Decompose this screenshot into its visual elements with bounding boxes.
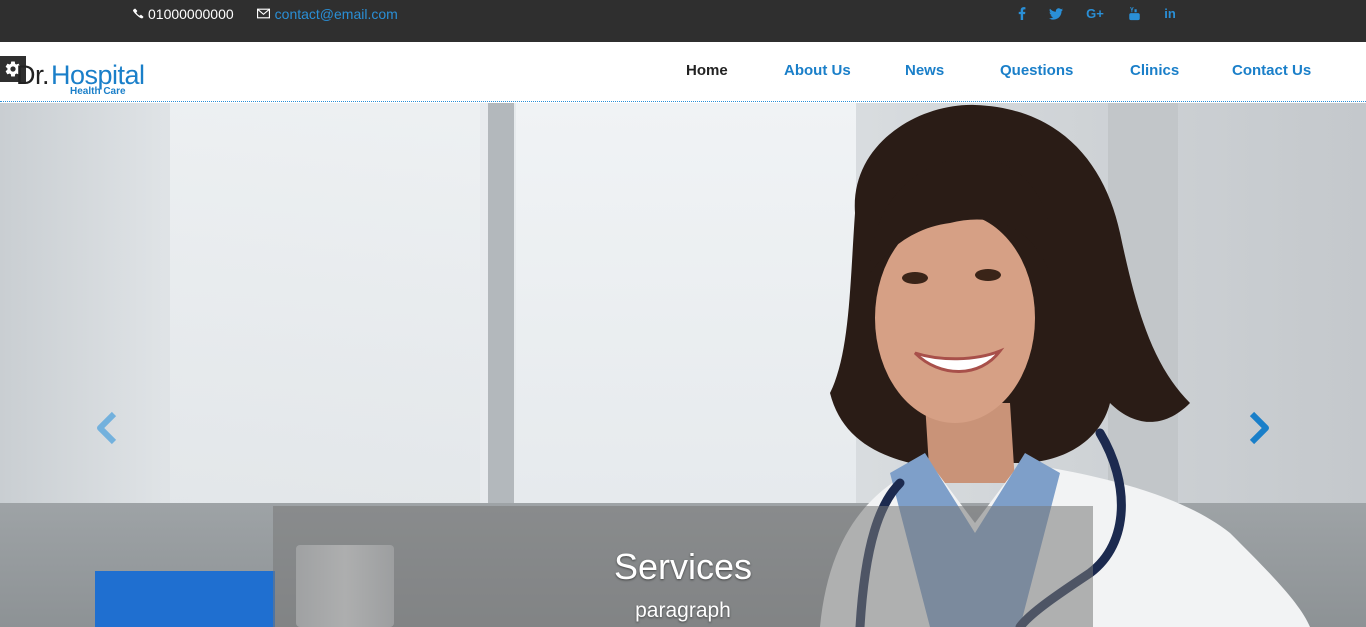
hero-carousel: Services paragraph: [0, 103, 1366, 627]
contact-info: 01000000000 contact@email.com: [133, 5, 398, 22]
linkedin-icon[interactable]: in: [1163, 6, 1177, 21]
nav-item-about-us[interactable]: About Us: [784, 62, 851, 79]
top-bar: 01000000000 contact@email.com G+ in: [0, 0, 1366, 42]
email-link[interactable]: contact@email.com: [256, 6, 398, 22]
carousel-next-arrow[interactable]: [1248, 411, 1272, 445]
carousel-prev-arrow[interactable]: [94, 411, 118, 445]
nav-item-home[interactable]: Home: [686, 62, 728, 79]
google-plus-icon[interactable]: G+: [1085, 6, 1105, 21]
caption-text: paragraph: [635, 599, 731, 622]
background-pillar: [488, 103, 514, 503]
blue-tray: [95, 571, 275, 627]
nav-item-news[interactable]: News: [905, 62, 944, 79]
background-window: [170, 103, 480, 503]
nav-item-clinics[interactable]: Clinics: [1130, 62, 1179, 79]
logo-dr: Dr.: [16, 60, 50, 90]
phone-item: 01000000000: [133, 6, 234, 22]
nav-item-questions[interactable]: Questions: [1000, 62, 1073, 79]
carousel-caption: Services paragraph: [273, 506, 1093, 627]
envelope-icon: [256, 8, 270, 19]
logo-tagline: Health Care: [70, 86, 126, 97]
main-navbar: Dr. Hospital Health Care Home About Us N…: [0, 42, 1366, 102]
nav-item-contact-us[interactable]: Contact Us: [1232, 62, 1311, 79]
phone-icon: [133, 8, 144, 19]
phone-number: 01000000000: [148, 5, 234, 22]
facebook-icon[interactable]: [1015, 7, 1029, 21]
twitter-icon[interactable]: [1049, 7, 1063, 21]
youtube-icon[interactable]: [1127, 6, 1141, 21]
email-address[interactable]: contact@email.com: [275, 6, 398, 22]
caption-title: Services: [613, 546, 753, 587]
